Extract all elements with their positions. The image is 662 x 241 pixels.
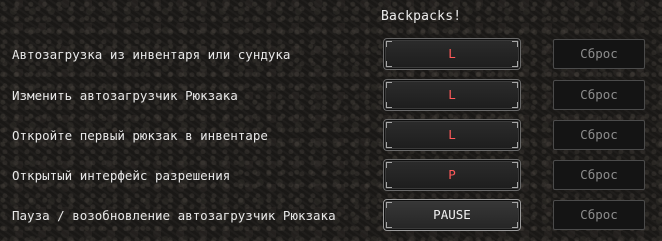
keybind-key-label: L — [448, 127, 456, 142]
frame-corner — [512, 102, 518, 108]
reset-button[interactable]: Сброс — [553, 160, 645, 190]
screen-title: Backpacks! — [381, 9, 462, 24]
frame-corner — [512, 142, 518, 148]
keybind-row: Открытый интерфейс разрешения P Сброс — [0, 159, 662, 193]
frame-corner — [386, 142, 392, 148]
keybind-row: Откройте первый рюкзак в инвентаре L Сбр… — [0, 119, 662, 153]
keybind-row: Автозагрузка из инвентаря или сундука L … — [0, 38, 662, 72]
frame-corner — [386, 82, 392, 88]
keybind-action-label: Откройте первый рюкзак в инвентаре — [12, 128, 268, 143]
frame-corner — [512, 41, 518, 47]
frame-corner — [512, 82, 518, 88]
keybind-action-label: Автозагрузка из инвентаря или сундука — [12, 47, 291, 62]
keybind-key-label: L — [448, 46, 456, 61]
keybind-row: Изменить автозагрузчик Рюкзака L Сброс — [0, 79, 662, 113]
keybind-key-label: L — [448, 87, 456, 102]
keybind-button[interactable]: L — [383, 38, 521, 70]
reset-button[interactable]: Сброс — [553, 80, 645, 110]
frame-corner — [386, 41, 392, 47]
frame-corner — [512, 182, 518, 188]
keybind-button[interactable]: L — [383, 119, 521, 151]
keybind-action-label: Изменить автозагрузчик Рюкзака — [12, 88, 238, 103]
keybind-key-label: P — [448, 167, 456, 182]
frame-corner — [386, 202, 392, 208]
frame-corner — [386, 122, 392, 128]
frame-corner — [386, 162, 392, 168]
frame-corner — [386, 222, 392, 228]
reset-button[interactable]: Сброс — [553, 200, 645, 230]
frame-corner — [512, 202, 518, 208]
reset-button[interactable]: Сброс — [553, 120, 645, 150]
keybind-action-label: Открытый интерфейс разрешения — [12, 168, 231, 183]
frame-corner — [512, 222, 518, 228]
frame-corner — [386, 61, 392, 67]
frame-corner — [512, 162, 518, 168]
keybind-button[interactable]: P — [383, 159, 521, 191]
keybind-key-label: PAUSE — [433, 207, 471, 222]
frame-corner — [512, 61, 518, 67]
keybind-action-label: Пауза / возобновление автозагрузчик Рюкз… — [12, 208, 336, 223]
keybind-row: Пауза / возобновление автозагрузчик Рюкз… — [0, 199, 662, 233]
keybind-button-active[interactable]: PAUSE — [383, 199, 521, 231]
keybind-button[interactable]: L — [383, 79, 521, 111]
reset-button[interactable]: Сброс — [553, 39, 645, 69]
frame-corner — [512, 122, 518, 128]
frame-corner — [386, 102, 392, 108]
frame-corner — [386, 182, 392, 188]
